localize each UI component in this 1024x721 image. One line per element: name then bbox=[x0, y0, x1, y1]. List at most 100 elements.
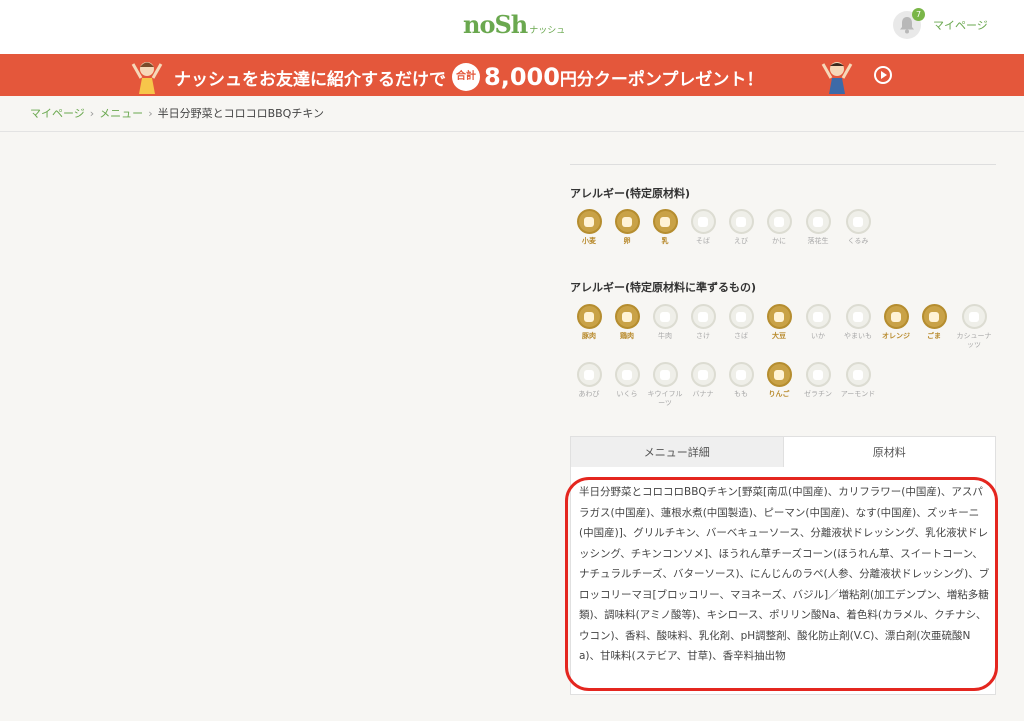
mypage-link[interactable]: マイページ bbox=[933, 17, 988, 33]
divider bbox=[0, 131, 1024, 132]
allergen-label: えび bbox=[734, 237, 748, 245]
tab-menu-detail[interactable]: メニュー詳細 bbox=[570, 436, 784, 468]
allergen-icon bbox=[614, 362, 640, 387]
allergen-icon bbox=[576, 362, 602, 387]
allergen-icon bbox=[652, 304, 678, 329]
logo-main: noSh bbox=[463, 10, 528, 39]
allergen-label: 牛肉 bbox=[658, 332, 672, 340]
allergen-label: 落花生 bbox=[807, 237, 829, 245]
allergen-label: いか bbox=[811, 332, 825, 340]
allergen-label: さば bbox=[734, 332, 748, 340]
allergen-label: 卵 bbox=[623, 237, 631, 245]
allergen-item: やまいも bbox=[840, 304, 876, 341]
play-icon[interactable] bbox=[874, 66, 892, 84]
allergen-item: ごま bbox=[916, 304, 952, 341]
allergen-item: 大豆 bbox=[761, 304, 797, 341]
breadcrumb-menu[interactable]: メニュー bbox=[99, 107, 143, 120]
allergen-label: そば bbox=[696, 237, 710, 245]
allergen-item: 豚肉 bbox=[571, 304, 607, 341]
allergen-item: りんご bbox=[761, 362, 797, 399]
allergen-label: オレンジ bbox=[882, 332, 910, 340]
allergen-icon bbox=[766, 209, 792, 234]
allergen-icon bbox=[805, 362, 831, 387]
allergen-label: 小麦 bbox=[582, 237, 596, 245]
allergen-item: 小麦 bbox=[571, 209, 607, 246]
chevron-right-icon: › bbox=[148, 107, 153, 120]
detail-tabs: メニュー詳細 原材料 bbox=[570, 436, 996, 468]
allergen-icon bbox=[728, 304, 754, 329]
allergen-label: やまいも bbox=[844, 332, 872, 340]
allergen-label: いくら bbox=[616, 390, 638, 398]
allergen-item: オレンジ bbox=[878, 304, 914, 341]
allergen-item: カシューナッツ bbox=[956, 304, 992, 350]
allergen-icon bbox=[614, 304, 640, 329]
allergen-item: 落花生 bbox=[800, 209, 836, 246]
allergen-label: 乳 bbox=[661, 237, 669, 245]
banner-text-before: ナッシュをお友達に紹介するだけで bbox=[174, 69, 446, 90]
allergen-icon bbox=[728, 209, 754, 234]
breadcrumb-mypage[interactable]: マイページ bbox=[30, 107, 85, 120]
logo-sub: ナッシュ bbox=[529, 26, 566, 36]
allergen-icon bbox=[845, 304, 871, 329]
breadcrumb: マイページ › メニュー › 半日分野菜とコロコロBBQチキン bbox=[30, 105, 324, 121]
allergen-icon bbox=[883, 304, 909, 329]
cheering-man-icon bbox=[821, 62, 853, 94]
allergen-item: そば bbox=[685, 209, 721, 246]
allergen-icon bbox=[845, 362, 871, 387]
allergen-icon bbox=[652, 209, 678, 234]
nosh-logo[interactable]: noSh ナッシュ bbox=[463, 10, 565, 39]
allergen-label: ごま bbox=[927, 332, 941, 340]
allergen-item: ゼラチン bbox=[800, 362, 836, 399]
allergen-icon bbox=[845, 209, 871, 234]
allergen-label: もも bbox=[734, 390, 748, 398]
chevron-right-icon: › bbox=[89, 107, 95, 120]
allergen-item: えび bbox=[723, 209, 759, 246]
allergen-item: アーモンド bbox=[840, 362, 876, 399]
allergen-icon bbox=[805, 304, 831, 329]
allergen-icon bbox=[690, 209, 716, 234]
allergen-label: 豚肉 bbox=[582, 332, 596, 340]
allergen-label: バナナ bbox=[692, 390, 714, 398]
allergen-item: 牛肉 bbox=[647, 304, 683, 341]
banner-text-after: 円分クーポンプレゼント！ bbox=[559, 69, 764, 90]
allergen-label: さけ bbox=[696, 332, 710, 340]
allergen-label: カシューナッツ bbox=[956, 332, 992, 349]
allergen-icon bbox=[690, 362, 716, 387]
allergen-item: いか bbox=[800, 304, 836, 341]
allergen-label: りんご bbox=[768, 390, 790, 398]
banner-total-pill: 合計 bbox=[452, 63, 480, 91]
ingredients-text: 半日分野菜とコロコロBBQチキン[野菜[南瓜(中国産)、カリフラワー(中国産)、… bbox=[579, 486, 990, 662]
allergen-item: かに bbox=[761, 209, 797, 246]
allergen-icon bbox=[576, 304, 602, 329]
banner-amount: 8,000 bbox=[484, 63, 560, 91]
allergen-label: キウイフルーツ bbox=[647, 390, 683, 407]
allergen-sub-title: アレルギー(特定原材料に準ずるもの) bbox=[570, 281, 757, 294]
allergen-item: いくら bbox=[609, 362, 645, 399]
banner-message: ナッシュをお友達に紹介するだけで 合計 8,000 円分クーポンプレゼント！ bbox=[174, 63, 763, 91]
allergen-icon bbox=[805, 209, 831, 234]
allergen-icon bbox=[766, 362, 792, 387]
allergen-item: さば bbox=[723, 304, 759, 341]
allergen-icon bbox=[614, 209, 640, 234]
allergen-item: キウイフルーツ bbox=[647, 362, 683, 408]
allergen-label: あわび bbox=[578, 390, 600, 398]
allergen-item: 卵 bbox=[609, 209, 645, 246]
allergen-label: かに bbox=[772, 237, 786, 245]
allergen-item: もも bbox=[723, 362, 759, 399]
referral-banner[interactable]: ナッシュをお友達に紹介するだけで 合計 8,000 円分クーポンプレゼント！ bbox=[0, 54, 1024, 96]
allergen-icon bbox=[766, 304, 792, 329]
allergen-item: 乳 bbox=[647, 209, 683, 246]
allergen-icon bbox=[728, 362, 754, 387]
allergen-icon bbox=[690, 304, 716, 329]
allergen-label: 大豆 bbox=[772, 332, 786, 340]
allergen-item: くるみ bbox=[840, 209, 876, 246]
allergen-icon bbox=[576, 209, 602, 234]
allergen-label: くるみ bbox=[847, 237, 869, 245]
cheering-woman-icon bbox=[131, 62, 163, 94]
header: noSh ナッシュ 7 マイページ bbox=[0, 0, 1024, 54]
allergen-icon bbox=[652, 362, 678, 387]
allergen-item: あわび bbox=[571, 362, 607, 399]
allergen-title: アレルギー(特定原材料) bbox=[570, 187, 691, 200]
allergen-label: アーモンド bbox=[840, 390, 876, 398]
tab-ingredients[interactable]: 原材料 bbox=[783, 436, 996, 468]
